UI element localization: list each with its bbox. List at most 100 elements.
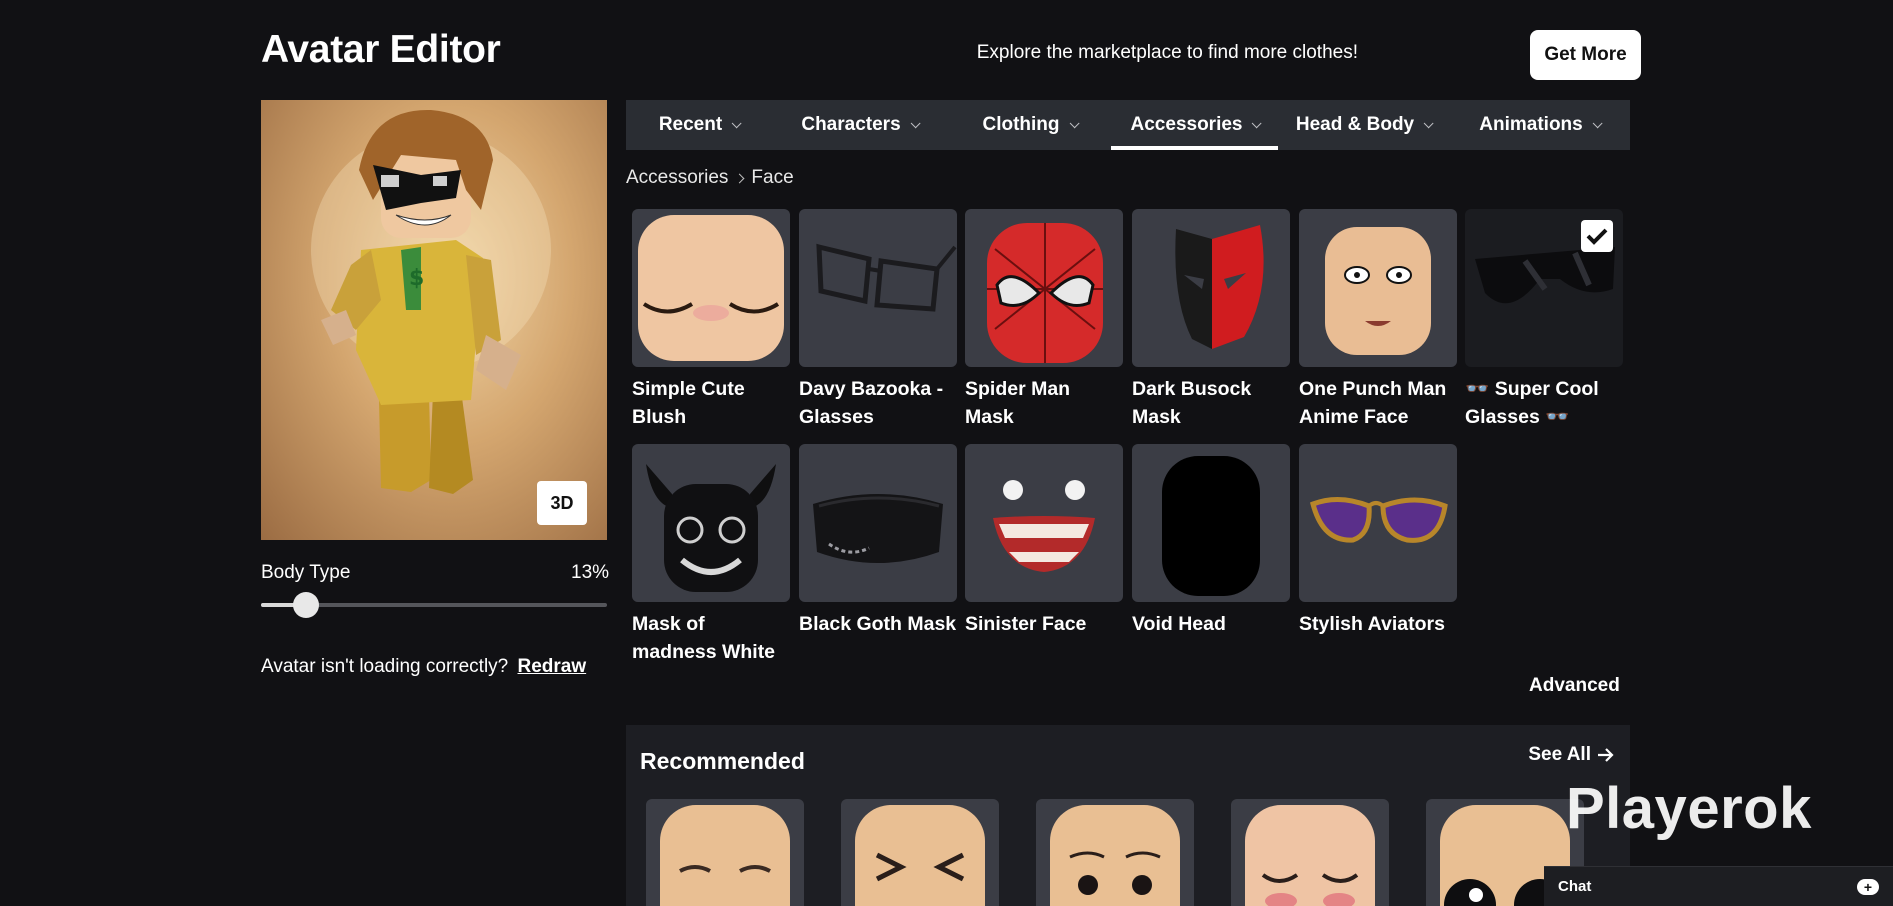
item-name: Void Head (1132, 613, 1226, 635)
view-3d-toggle-button[interactable]: 3D (537, 481, 587, 525)
tab-animations[interactable]: Animations (1448, 100, 1630, 150)
madness-mask-image (646, 464, 776, 592)
redraw-link[interactable]: Redraw (518, 656, 587, 677)
anime-face-image (1325, 227, 1431, 355)
item-card-selected[interactable]: 👓 Super Cool Glasses 👓 (1465, 209, 1623, 431)
chevron-down-icon (1252, 117, 1263, 128)
arrow-right-icon (1598, 748, 1614, 762)
item-name: 👓 Super Cool Glasses 👓 (1465, 378, 1599, 428)
squint-face-image (875, 852, 965, 882)
item-card[interactable]: Black Goth Mask (799, 444, 957, 638)
tab-head-and-body[interactable]: Head & Body (1278, 100, 1448, 150)
item-card[interactable]: Dark Busock Mask (1132, 209, 1290, 431)
chevron-down-icon (731, 117, 742, 128)
item-card[interactable]: Sinister Face (965, 444, 1123, 638)
item-name: Stylish Aviators (1299, 613, 1445, 635)
recommended-item-image (855, 805, 985, 906)
avatar-loading-question: Avatar isn't loading correctly? (261, 656, 509, 677)
item-card[interactable]: Simple Cute Blush (632, 209, 790, 431)
item-thumbnail (965, 444, 1123, 602)
checkmark-icon (1581, 220, 1613, 252)
chat-label: Chat (1558, 878, 1592, 895)
chat-expand-icon[interactable]: + (1857, 879, 1879, 895)
blush-lashes-face-image (1261, 873, 1359, 906)
recommended-item-image (1245, 805, 1375, 906)
avatar-figure-image: $ (311, 109, 551, 494)
category-tabbar: Recent Characters Clothing Accessories H… (626, 100, 1630, 150)
chevron-down-icon (910, 117, 921, 128)
blush-face-image (638, 215, 784, 361)
tab-accessories[interactable]: Accessories (1111, 100, 1278, 150)
advanced-button[interactable]: Advanced (1529, 675, 1620, 697)
tab-recent[interactable]: Recent (626, 100, 771, 150)
chat-bar[interactable]: Chat + (1544, 866, 1893, 906)
recommended-item[interactable] (1231, 799, 1389, 906)
tab-label: Clothing (982, 114, 1060, 135)
item-thumbnail (1299, 209, 1457, 367)
page-title: Avatar Editor (261, 28, 501, 71)
sparkle-eyes-face-image (1069, 851, 1161, 895)
avatar-editor-page: Avatar Editor Explore the marketplace to… (0, 0, 1893, 906)
item-card[interactable]: Mask of madness White (632, 444, 790, 666)
recommended-item[interactable] (1036, 799, 1194, 906)
watermark-logo: Playerok (1566, 776, 1812, 841)
get-more-button[interactable]: Get More (1530, 30, 1641, 80)
half-mask-image (1175, 225, 1264, 349)
item-name: Black Goth Mask (799, 613, 957, 635)
marketplace-promo-text: Explore the marketplace to find more clo… (976, 42, 1358, 63)
aviators-image (1310, 497, 1448, 543)
chevron-right-icon (734, 173, 745, 183)
tab-label: Characters (801, 114, 901, 135)
item-thumbnail (632, 209, 790, 367)
item-thumbnail (1299, 444, 1457, 602)
body-type-slider[interactable] (261, 592, 607, 618)
recommended-item[interactable] (841, 799, 999, 906)
item-thumbnail (799, 209, 957, 367)
item-thumbnail (965, 209, 1123, 367)
item-name: Spider Man Mask (965, 378, 1071, 428)
recommended-item-image (1050, 805, 1180, 906)
item-name: Mask of madness White (632, 613, 776, 663)
breadcrumb-parent-link[interactable]: Accessories (626, 167, 728, 189)
avatar-preview[interactable]: $ (261, 100, 607, 540)
item-thumbnail (1132, 209, 1290, 367)
breadcrumb: Accessories Face (626, 167, 794, 189)
tab-label: Accessories (1130, 114, 1243, 135)
avatar-loading-help: Avatar isn't loading correctly? Redraw (261, 656, 586, 678)
recommended-title: Recommended (640, 748, 805, 774)
see-all-link[interactable]: See All (1528, 744, 1615, 766)
item-name: Dark Busock Mask (1132, 378, 1252, 428)
item-card[interactable]: Spider Man Mask (965, 209, 1123, 431)
item-card[interactable]: Stylish Aviators (1299, 444, 1457, 638)
tab-label: Head & Body (1295, 114, 1415, 135)
item-name: Davy Bazooka - Glasses (799, 378, 944, 428)
item-name: Simple Cute Blush (632, 378, 745, 428)
recommended-section: Recommended See All (626, 725, 1630, 906)
item-thumbnail (1465, 209, 1623, 367)
void-head-image (1162, 456, 1260, 596)
item-thumbnail (1132, 444, 1290, 602)
recommended-item-image (660, 805, 790, 906)
sinister-face-image (993, 480, 1095, 572)
body-type-value: 13% (571, 562, 610, 583)
lashes-face-image (679, 865, 771, 873)
item-thumbnail (632, 444, 790, 602)
svg-text:$: $ (409, 266, 424, 291)
tab-label: Animations (1479, 114, 1583, 135)
item-card[interactable]: One Punch Man Anime Face (1299, 209, 1457, 431)
item-card[interactable]: Void Head (1132, 444, 1290, 638)
item-card[interactable]: Davy Bazooka - Glasses (799, 209, 957, 431)
body-type-slider-thumb[interactable] (292, 592, 319, 618)
goth-mask-image (813, 494, 943, 563)
spider-mask-image (987, 223, 1103, 363)
body-type-label: Body Type (261, 562, 351, 583)
breadcrumb-current: Face (751, 167, 794, 188)
tab-label: Recent (658, 114, 723, 135)
item-name: One Punch Man Anime Face (1299, 378, 1447, 428)
recommended-item[interactable] (646, 799, 804, 906)
item-thumbnail (799, 444, 957, 602)
chevron-down-icon (1423, 117, 1434, 128)
tab-characters[interactable]: Characters (771, 100, 947, 150)
item-name: Sinister Face (965, 613, 1087, 635)
tab-clothing[interactable]: Clothing (947, 100, 1111, 150)
